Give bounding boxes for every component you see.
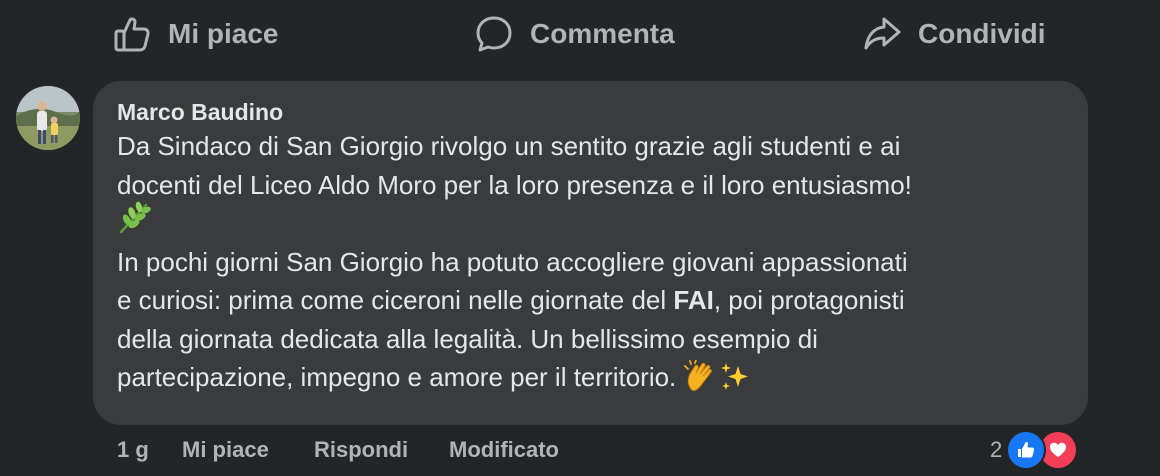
avatar-photo xyxy=(16,86,80,150)
comment-reply-button[interactable]: Rispondi xyxy=(314,432,408,468)
comment-text-line: della giornata dedicata alla legalità. U… xyxy=(117,323,818,354)
comment-label: Commenta xyxy=(530,18,675,49)
comment-emoji-line xyxy=(117,201,1064,246)
like-button[interactable]: Mi piace xyxy=(112,12,278,56)
comment-author[interactable]: Marco Baudino xyxy=(117,97,1064,127)
comment-text-line: In pochi giorni San Giorgio ha potuto ac… xyxy=(117,246,908,277)
herb-emoji-icon xyxy=(117,201,151,246)
reaction-count: 2 xyxy=(990,437,1003,462)
speech-bubble-icon xyxy=(474,14,514,54)
thumbs-up-icon xyxy=(112,14,152,54)
comment-timestamp[interactable]: 1 g xyxy=(117,432,149,468)
avatar[interactable] xyxy=(16,86,80,150)
sparkles-emoji-icon xyxy=(718,360,752,394)
reaction-summary[interactable]: 2 xyxy=(990,430,1079,470)
comment-text-line-end: partecipazione, impegno e amore per il t… xyxy=(117,358,1064,397)
comment-text-segment: , poi protagonisti xyxy=(713,285,905,315)
comment-text-line: Da Sindaco di San Giorgio rivolgo un sen… xyxy=(117,131,901,161)
comment-text-line-fai: e curiosi: prima come ciceroni nelle gio… xyxy=(117,281,1064,320)
like-label: Mi piace xyxy=(168,18,279,49)
clapping-hands-emoji-icon xyxy=(683,360,718,394)
share-button[interactable]: Condividi xyxy=(862,12,1046,56)
comment-text-segment: e curiosi: prima come ciceroni nelle gio… xyxy=(117,285,674,315)
comment-text-line: docenti del Liceo Aldo Moro per la loro … xyxy=(117,169,912,200)
comment-edited-label[interactable]: Modificato xyxy=(449,432,559,468)
post-actions-bar: Mi piace Commenta Condividi xyxy=(0,0,1160,68)
fai-bold-text: FAI xyxy=(673,285,714,315)
share-label: Condividi xyxy=(918,18,1046,49)
share-arrow-icon xyxy=(862,14,902,54)
like-reaction-icon xyxy=(1006,430,1047,470)
comment-bubble: Marco Baudino Da Sindaco di San Giorgio … xyxy=(93,81,1088,425)
comment-button[interactable]: Commenta xyxy=(474,12,675,56)
comment-text-segment: partecipazione, impegno e amore per il t… xyxy=(117,362,684,392)
comment-like-button[interactable]: Mi piace xyxy=(182,432,269,468)
